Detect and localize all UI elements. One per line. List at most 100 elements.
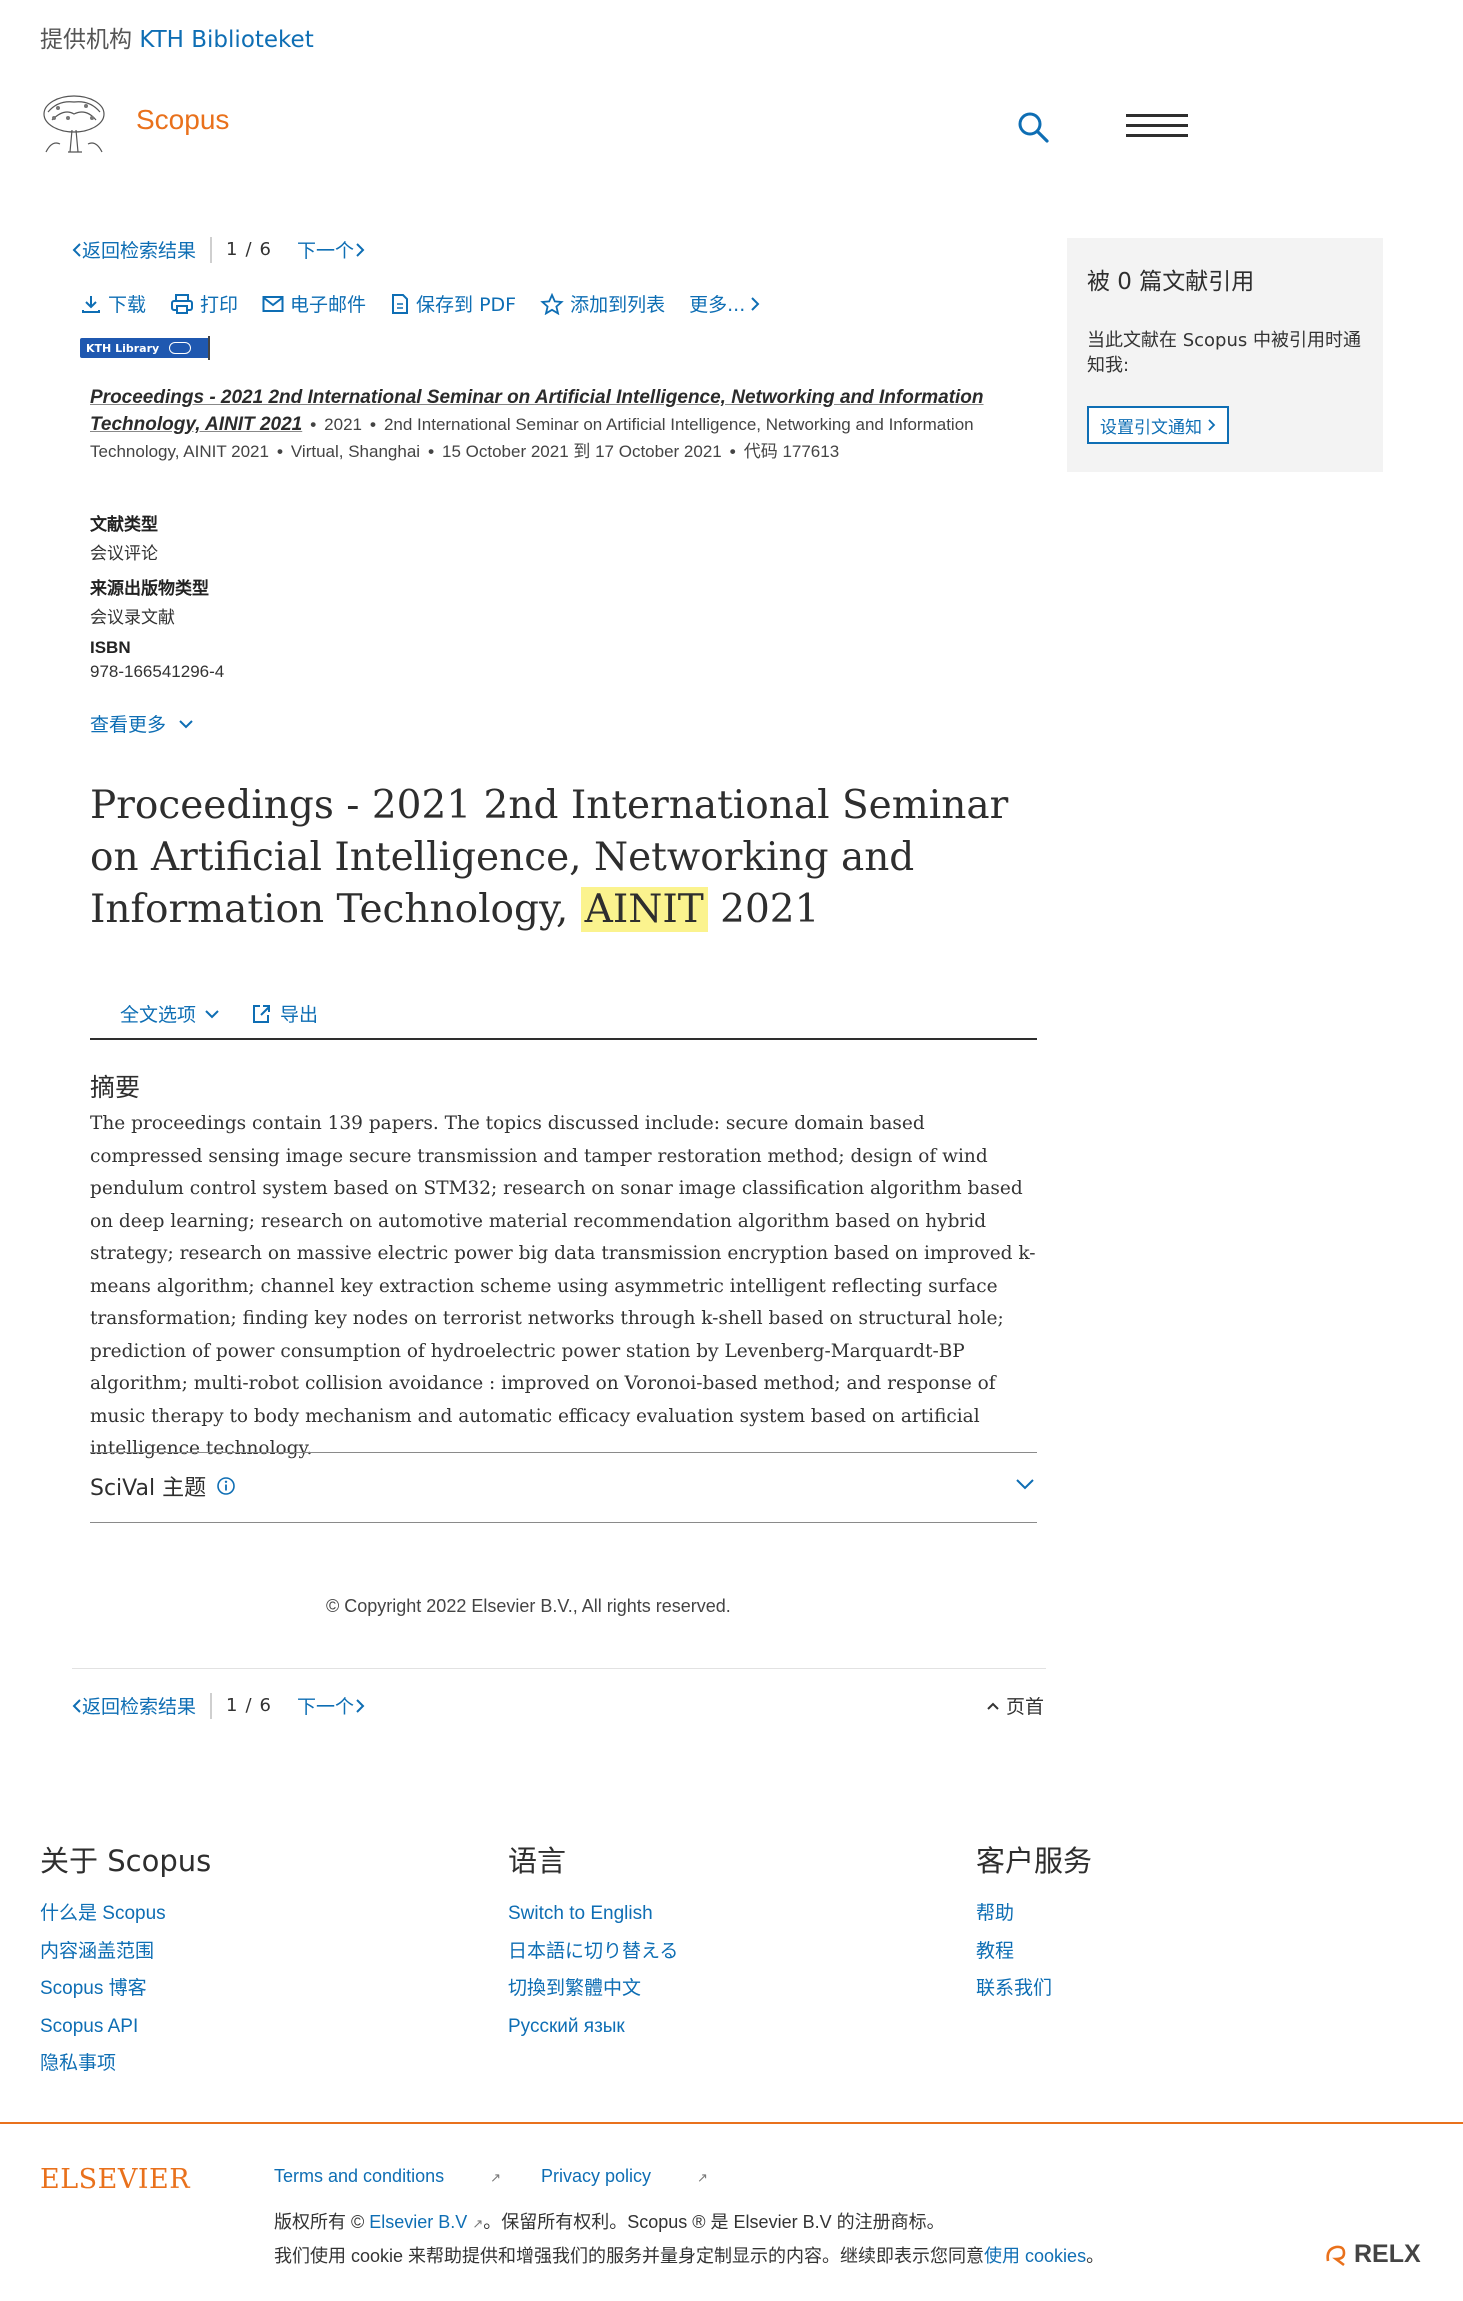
chevron-right-icon — [356, 242, 365, 257]
footer-link-coverage[interactable]: 内容涵盖范围 — [40, 1940, 211, 1978]
footer-about-heading: 关于 Scopus — [40, 1844, 212, 1878]
source-type-value: 会议录文献 — [90, 608, 175, 627]
footer-link-english[interactable]: Switch to English — [508, 1902, 678, 1940]
info-icon[interactable] — [216, 1476, 236, 1496]
star-icon — [540, 292, 564, 315]
footer-legal-links: Terms and conditions ↗ Privacy policy ↗ — [274, 2166, 748, 2187]
citation-alert-label: 设置引文通知 — [1100, 417, 1202, 438]
source-info: Proceedings - 2021 2nd International Sem… — [90, 387, 984, 461]
divider — [72, 1668, 1046, 1669]
doc-type-label: 文献类型 — [90, 515, 158, 534]
kth-library-badge[interactable]: KTH Library — [80, 338, 210, 358]
copyright-notice: © Copyright 2022 Elsevier B.V., All righ… — [326, 1596, 731, 1616]
footer-link-contact[interactable]: 联系我们 — [976, 1977, 1092, 2015]
scival-topics-toggle[interactable]: SciVal 主题 — [90, 1470, 236, 1502]
relx-logo[interactable]: RELX — [1324, 2240, 1421, 2269]
next-label: 下一个 — [297, 1696, 355, 1718]
next-result-link[interactable]: 下一个 — [297, 1692, 366, 1719]
chevron-left-icon — [72, 1698, 81, 1713]
chevron-left-icon — [72, 242, 81, 257]
chevron-right-icon — [356, 1698, 365, 1713]
back-to-results-link[interactable]: 返回检索结果 — [72, 236, 196, 263]
full-text-actions: 全文选项 导出 — [120, 1000, 348, 1027]
view-more-label: 查看更多 — [90, 714, 167, 736]
source-location: Virtual, Shanghai — [290, 442, 421, 461]
search-icon[interactable] — [1016, 110, 1050, 144]
footer-link-help[interactable]: 帮助 — [976, 1902, 1092, 1940]
full-text-options-button[interactable]: 全文选项 — [120, 1000, 220, 1027]
download-label: 下载 — [108, 294, 147, 316]
export-label: 导出 — [280, 1004, 319, 1026]
footer-link-traditional-chinese[interactable]: 切換到繁體中文 — [508, 1977, 678, 2015]
footer-language: 语言 Switch to English 日本語に切り替える 切換到繁體中文 Р… — [508, 1838, 678, 2052]
add-to-list-button[interactable]: 添加到列表 — [540, 290, 665, 317]
elsevier-logo[interactable]: ELSEVIER — [40, 2164, 190, 2195]
institution-bar: 提供机构 KTH Biblioteket — [40, 20, 314, 54]
footer-link-api[interactable]: Scopus API — [40, 2015, 211, 2053]
abstract-text: The proceedings contain 139 papers. The … — [90, 1113, 1036, 1459]
privacy-policy-link[interactable]: Privacy policy ↗ — [541, 2166, 708, 2187]
result-nav-top: 返回检索结果 1/6 下一个 — [72, 236, 366, 263]
scopus-brand[interactable]: Scopus — [136, 104, 229, 136]
next-result-link[interactable]: 下一个 — [297, 236, 366, 263]
relx-label: RELX — [1354, 2240, 1421, 2268]
relx-mark-icon — [1326, 2245, 1346, 2266]
email-button[interactable]: 电子邮件 — [262, 290, 366, 317]
external-link-icon: ↗ — [472, 2216, 484, 2231]
meta-source-type: 来源出版物类型 会议录文献 — [90, 574, 209, 628]
export-button[interactable]: 导出 — [250, 1000, 318, 1027]
save-pdf-label: 保存到 PDF — [416, 294, 517, 316]
back-to-results-link[interactable]: 返回检索结果 — [72, 1692, 196, 1719]
institution-link[interactable]: KTH Biblioteket — [139, 27, 313, 53]
save-pdf-button[interactable]: 保存到 PDF — [390, 290, 516, 317]
divider — [90, 1038, 1037, 1040]
source-dates: 15 October 2021 到 17 October 2021 — [442, 442, 722, 461]
source-year: 2021 — [324, 415, 362, 434]
doc-type-value: 会议评论 — [90, 544, 158, 563]
result-nav-bottom: 返回检索结果 1/6 下一个 — [72, 1692, 366, 1719]
hamburger-menu-icon[interactable] — [1126, 112, 1188, 140]
pdf-file-icon — [392, 293, 409, 314]
print-button[interactable]: 打印 — [170, 290, 238, 317]
meta-isbn: ISBN 978-166541296-4 — [90, 638, 224, 682]
cookie-notice: 我们使用 cookie 来帮助提供和增强我们的服务并量身定制显示的内容。继续即表… — [274, 2246, 1105, 2266]
view-more-button[interactable]: 查看更多 — [90, 710, 194, 737]
footer-link-what-is-scopus[interactable]: 什么是 Scopus — [40, 1902, 211, 1940]
divider — [210, 1692, 213, 1719]
chevron-down-icon[interactable] — [1015, 1478, 1035, 1490]
chevron-right-icon — [1208, 419, 1216, 431]
download-button[interactable]: 下载 — [80, 290, 146, 317]
footer-link-japanese[interactable]: 日本語に切り替える — [508, 1940, 678, 1978]
document-title: Proceedings - 2021 2nd International Sem… — [90, 783, 1009, 932]
meta-doc-type: 文献类型 会议评论 — [90, 510, 158, 564]
search-term-highlight: AINIT — [580, 887, 708, 932]
external-link-icon: ↗ — [697, 2170, 708, 2185]
footer-link-blog[interactable]: Scopus 博客 — [40, 1977, 211, 2015]
source-type-label: 来源出版物类型 — [90, 579, 209, 598]
back-to-top-label: 页首 — [1006, 1696, 1045, 1718]
footer-link-russian[interactable]: Русский язык — [508, 2015, 678, 2053]
footer-link-tutorial[interactable]: 教程 — [976, 1940, 1092, 1978]
divider — [210, 236, 213, 263]
divider — [90, 1522, 1037, 1523]
set-citation-alert-button[interactable]: 设置引文通知 — [1087, 406, 1229, 444]
back-label: 返回检索结果 — [82, 1696, 197, 1718]
divider — [90, 1452, 1037, 1453]
source-code: 代码 177613 — [743, 442, 840, 461]
back-to-top-link[interactable]: 页首 — [986, 1692, 1044, 1719]
text-caret — [208, 336, 210, 360]
cookies-link[interactable]: 使用 cookies — [984, 2246, 1086, 2266]
footer-link-privacy[interactable]: 隐私事项 — [40, 2052, 211, 2090]
elsevier-bv-link[interactable]: Elsevier B.V — [369, 2212, 467, 2232]
download-icon — [82, 295, 100, 313]
print-label: 打印 — [200, 294, 239, 316]
citations-alert-text: 当此文献在 Scopus 中被引用时通知我: — [1087, 330, 1361, 376]
isbn-label: ISBN — [90, 638, 131, 657]
more-label: 更多... — [689, 294, 746, 316]
chevron-down-icon — [205, 1009, 219, 1018]
more-options-button[interactable]: 更多... — [689, 290, 761, 317]
elsevier-tree-logo[interactable] — [38, 92, 110, 156]
footer-language-heading: 语言 — [508, 1844, 567, 1878]
citations-heading: 被 0 篇文献引用 — [1087, 269, 1255, 295]
terms-link[interactable]: Terms and conditions ↗ — [274, 2166, 501, 2187]
